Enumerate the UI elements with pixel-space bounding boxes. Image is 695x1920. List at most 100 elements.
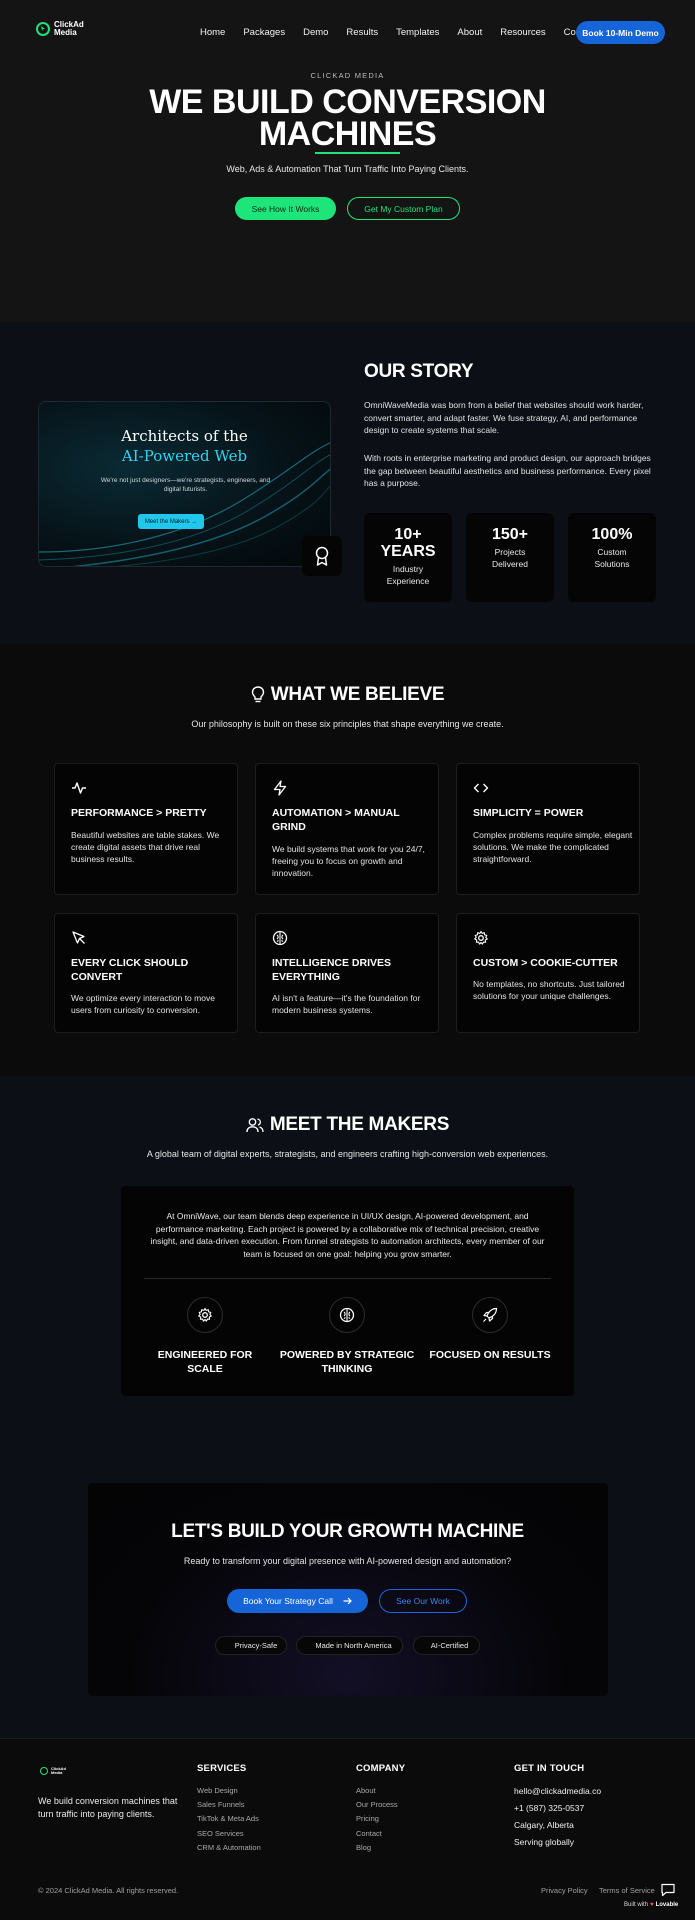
built-with-lovable-badge[interactable]: Built with ♥ Lovable [624, 1902, 678, 1908]
footer-link-about[interactable]: About [356, 1786, 376, 1795]
book-demo-button[interactable]: Book 10-Min Demo [576, 21, 665, 44]
stat-years: 10+ YEARS Industry Experience [364, 513, 452, 602]
makers-heading: MEET THE MAKERS [0, 1114, 695, 1136]
footer-link-web-design[interactable]: Web Design [197, 1786, 238, 1795]
nav-link-resources[interactable]: Resources [500, 27, 545, 38]
promo-card-title-line2: AI-Powered Web [121, 447, 248, 465]
badge-label: AI-Certified [430, 1641, 469, 1650]
heart-icon: ♥ [650, 1902, 654, 1908]
principle-body: We optimize every interaction to move us… [71, 993, 215, 1015]
principle-body: No templates, no shortcuts. Just tailore… [473, 979, 625, 1001]
principle-body: AI isn't a feature—it's the foundation f… [272, 993, 421, 1015]
principle-card: AUTOMATION > MANUAL GRIND We build syste… [255, 763, 439, 895]
makers-promo-card: Architects of the AI-Powered Web We're n… [38, 401, 331, 567]
footer-company-title: COMPANY [356, 1763, 406, 1774]
lovable-label: Lovable [655, 1902, 679, 1908]
footer-link-sales-funnels[interactable]: Sales Funnels [197, 1800, 245, 1809]
stat-value: 10+ YEARS [380, 526, 436, 560]
badge-label: Made in North America [315, 1641, 392, 1650]
footer-link-process[interactable]: Our Process [356, 1800, 398, 1809]
pillar-scale: ENGINEERED FOR SCALE [135, 1297, 275, 1376]
get-custom-plan-button[interactable]: Get My Custom Plan [347, 197, 460, 220]
trust-badge: Made in North America [296, 1636, 403, 1655]
principle-title: INTELLIGENCE DRIVES EVERYTHING [272, 957, 392, 983]
principle-title: CUSTOM > COOKIE-CUTTER [473, 957, 618, 969]
principle-card: SIMPLICITY = POWER Complex problems requ… [456, 763, 640, 895]
pillar-icon-circle [187, 1297, 223, 1333]
arrow-right-icon [343, 1597, 352, 1605]
meet-the-makers-button[interactable]: Meet the Makers → [138, 514, 204, 529]
lightning-icon [273, 780, 287, 796]
see-our-work-button[interactable]: See Our Work [379, 1589, 467, 1613]
principle-title: AUTOMATION > MANUAL GRIND [272, 807, 400, 833]
gear-icon [198, 1307, 212, 1322]
principle-title: PERFORMANCE > PRETTY [71, 807, 207, 819]
footer-link-pricing[interactable]: Pricing [356, 1814, 379, 1823]
privacy-policy-link[interactable]: Privacy Policy [541, 1886, 588, 1895]
top-navbar: ClickAd Media Home Packages Demo Results… [0, 0, 695, 64]
principle-body: We build systems that work for you 24/7,… [272, 844, 425, 878]
believe-title: WHAT WE BELIEVE [270, 684, 445, 705]
nav-link-results[interactable]: Results [346, 27, 378, 38]
rocket-icon [483, 1307, 498, 1322]
chat-icon[interactable] [660, 1883, 676, 1897]
believe-subtitle: Our philosophy is built on these six pri… [191, 719, 504, 729]
activity-icon [72, 782, 86, 794]
nav-link-about[interactable]: About [457, 27, 482, 38]
nav-link-home[interactable]: Home [200, 27, 225, 38]
story-paragraph-1: OmniWaveMedia was born from a belief tha… [364, 400, 644, 435]
pillar-title: POWERED BY STRATEGIC THINKING [279, 1349, 415, 1375]
logo-cursor-icon [36, 22, 50, 36]
promo-card-title-line1: Architects of the [121, 427, 248, 445]
pillar-icon-circle [329, 1297, 365, 1333]
footer-contact-title: GET IN TOUCH [514, 1763, 585, 1774]
principle-card: INTELLIGENCE DRIVES EVERYTHING AI isn't … [255, 913, 439, 1033]
footer-phone[interactable]: +1 (587) 325-0537 [514, 1803, 584, 1813]
hero-title-line1: WE BUILD CONVERSION [149, 83, 546, 121]
nav-link-demo[interactable]: Demo [303, 27, 328, 38]
footer-logo-text: ClickAd Media [51, 1766, 66, 1775]
code-icon [473, 783, 489, 793]
stat-value: 100% [591, 526, 633, 543]
principle-card: PERFORMANCE > PRETTY Beautiful websites … [54, 763, 238, 895]
makers-body: At OmniWave, our team blends deep experi… [150, 1211, 545, 1259]
footer-link-contact[interactable]: Contact [356, 1829, 382, 1838]
nav-link-templates[interactable]: Templates [396, 27, 439, 38]
badge-label: Privacy-Safe [234, 1641, 278, 1650]
pillar-icon-circle [472, 1297, 508, 1333]
pillar-title: FOCUSED ON RESULTS [429, 1349, 551, 1361]
stat-label: Industry Experience [386, 564, 430, 586]
footer-services-title: SERVICES [197, 1763, 247, 1774]
footer-link-crm[interactable]: CRM & Automation [197, 1843, 261, 1852]
terms-of-service-link[interactable]: Terms of Service [599, 1886, 655, 1895]
stat-label: Custom Solutions [594, 547, 630, 569]
lightbulb-icon [251, 686, 264, 703]
footer-copyright: © 2024 ClickAd Media. All rights reserve… [38, 1886, 179, 1895]
see-how-it-works-button[interactable]: See How It Works [235, 197, 336, 220]
footer-link-seo[interactable]: SEO Services [197, 1829, 244, 1838]
makers-subtitle: A global team of digital experts, strate… [146, 1149, 549, 1159]
book-strategy-call-label: Book Your Strategy Call [243, 1596, 333, 1606]
story-title: OUR STORY [364, 361, 474, 382]
footer-logo[interactable]: ClickAd Media [40, 1767, 71, 1775]
pillar-title: ENGINEERED FOR SCALE [157, 1349, 253, 1375]
principle-body: Beautiful websites are table stakes. We … [71, 830, 220, 864]
footer-link-blog[interactable]: Blog [356, 1843, 371, 1852]
brain-icon [272, 930, 288, 946]
pillar-results: FOCUSED ON RESULTS [420, 1297, 560, 1362]
cta-title: LET'S BUILD YOUR GROWTH MACHINE [171, 1521, 524, 1542]
makers-title: MEET THE MAKERS [269, 1114, 450, 1135]
book-strategy-call-button[interactable]: Book Your Strategy Call [227, 1589, 368, 1613]
stat-custom: 100% Custom Solutions [568, 513, 656, 602]
nav-link-packages[interactable]: Packages [243, 27, 285, 38]
hero-title: WE BUILD CONVERSION MACHINES [0, 83, 695, 151]
brand-logo[interactable]: ClickAd Media [36, 21, 84, 37]
footer-link-ads[interactable]: TikTok & Meta Ads [197, 1814, 259, 1823]
footer-tagline: We build conversion machines that turn t… [38, 1796, 178, 1819]
stat-label: Projects Delivered [492, 547, 528, 569]
built-with-label: Built with [624, 1902, 649, 1908]
hero-subtitle: Web, Ads & Automation That Turn Traffic … [226, 164, 469, 174]
divider [144, 1278, 551, 1279]
logo-cursor-icon [40, 1767, 48, 1775]
footer-email[interactable]: hello@clickadmedia.co [514, 1786, 601, 1796]
